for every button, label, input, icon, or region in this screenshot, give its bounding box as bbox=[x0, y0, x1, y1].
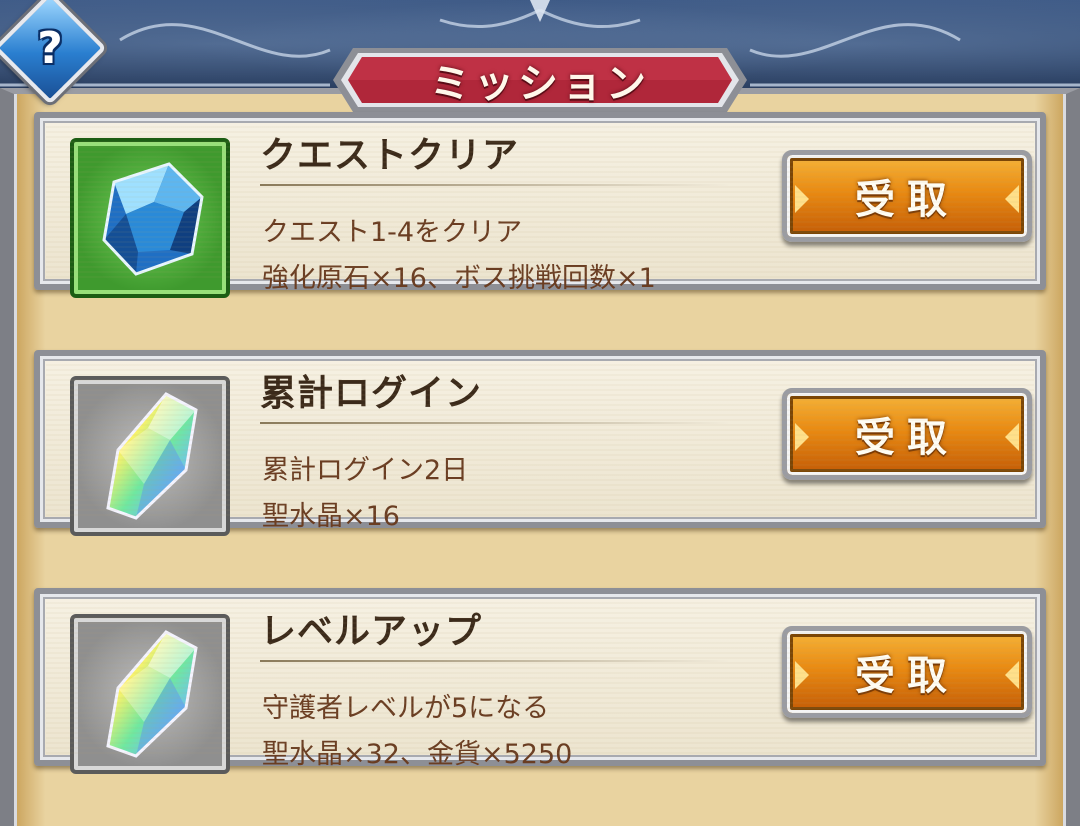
rainbow-crystal-icon bbox=[106, 630, 198, 758]
mission-description: 累計ログイン2日 bbox=[262, 455, 469, 486]
mission-title: クエストクリア bbox=[260, 135, 520, 176]
claim-button-label: 受取 bbox=[855, 177, 959, 223]
mission-description: 守護者レベルが5になる bbox=[262, 693, 550, 724]
mission-description: クエスト1-4をクリア bbox=[262, 217, 523, 248]
mission-icon-frame bbox=[70, 614, 230, 774]
mission-reward: 聖水晶×16 bbox=[262, 501, 400, 532]
blue-crystal-icon bbox=[102, 162, 204, 276]
mission-reward: 聖水晶×32、金貨×5250 bbox=[262, 739, 573, 770]
rainbow-crystal-icon bbox=[106, 392, 198, 520]
divider bbox=[260, 660, 730, 662]
help-question-icon[interactable]: ? bbox=[10, 8, 90, 88]
mission-icon-frame bbox=[70, 376, 230, 536]
page-title: ミッション bbox=[430, 61, 650, 107]
claim-button-label: 受取 bbox=[855, 415, 959, 461]
mission-card: クエストクリア クエスト1-4をクリア 強化原石×16、ボス挑戦回数×1 受取 bbox=[34, 112, 1046, 298]
mission-icon-frame bbox=[70, 138, 230, 298]
mission-card: レベルアップ 守護者レベルが5になる 聖水晶×32、金貨×5250 受取 bbox=[34, 588, 1046, 774]
mission-title: レベルアップ bbox=[260, 611, 483, 652]
claim-button[interactable]: 受取 bbox=[782, 150, 1032, 242]
mission-card: 累計ログイン 累計ログイン2日 聖水晶×16 受取 bbox=[34, 350, 1046, 536]
mission-title: 累計ログイン bbox=[260, 373, 483, 414]
divider bbox=[260, 422, 730, 424]
title-plate: ミッション bbox=[333, 44, 747, 116]
claim-button[interactable]: 受取 bbox=[782, 626, 1032, 718]
claim-button[interactable]: 受取 bbox=[782, 388, 1032, 480]
divider bbox=[260, 184, 730, 186]
mission-reward: 強化原石×16、ボス挑戦回数×1 bbox=[262, 263, 656, 294]
claim-button-label: 受取 bbox=[855, 653, 959, 699]
